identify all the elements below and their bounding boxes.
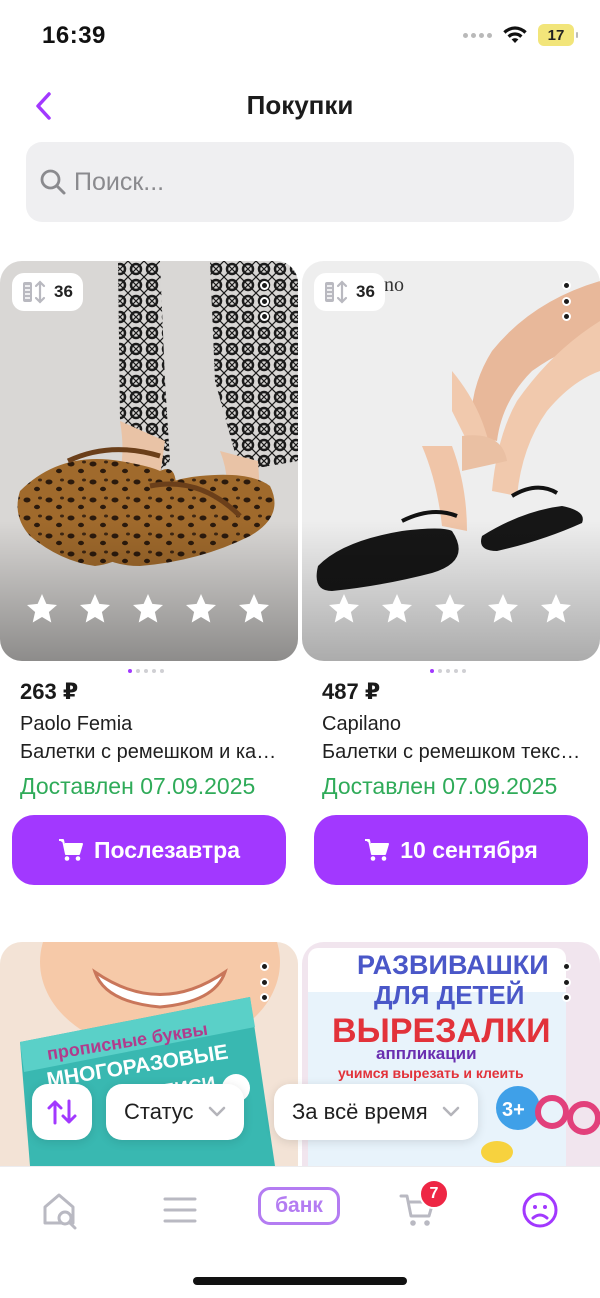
- image-text: ДЛЯ ДЕТЕЙ: [374, 980, 524, 1010]
- buy-button-label: 10 сентября: [400, 836, 538, 863]
- sort-arrows-icon: [47, 1099, 77, 1125]
- product-price: 487 ₽: [322, 679, 381, 704]
- product-brand: Capilano: [322, 713, 401, 735]
- rating-stars[interactable]: [326, 591, 574, 627]
- product-price: 263 ₽: [20, 679, 79, 704]
- tab-home[interactable]: [30, 1183, 90, 1237]
- product-brand: Paolo Femia: [20, 713, 133, 735]
- star-icon[interactable]: [77, 591, 113, 627]
- cart-count-badge: 7: [419, 1179, 449, 1209]
- more-options-icon[interactable]: [256, 962, 272, 1002]
- size-label: 36: [356, 282, 375, 301]
- signal-icon: [463, 32, 492, 38]
- size-badge: 36: [314, 273, 385, 311]
- star-icon[interactable]: [183, 591, 219, 627]
- star-icon[interactable]: [432, 591, 468, 627]
- star-icon[interactable]: [538, 591, 574, 627]
- tab-bank[interactable]: банк: [258, 1187, 340, 1225]
- shoe-size-icon: [23, 280, 46, 304]
- product-image[interactable]: 36: [0, 261, 298, 661]
- status-filter-label: Статус: [124, 1099, 194, 1124]
- menu-icon: [163, 1197, 197, 1223]
- status-icons: 17: [463, 24, 578, 46]
- home-search-icon: [43, 1193, 77, 1230]
- product-name: Балетки с ремешком и каблуком: [20, 741, 282, 763]
- profile-icon: [522, 1192, 558, 1228]
- product-name: Балетки с ремешком текстильные: [322, 741, 584, 763]
- star-icon[interactable]: [24, 591, 60, 627]
- image-pager: [128, 669, 164, 673]
- more-options-icon[interactable]: [558, 962, 574, 1002]
- buy-again-button[interactable]: Послезавтра: [12, 815, 286, 885]
- tab-bar: банк 7: [0, 1166, 600, 1298]
- star-icon[interactable]: [485, 591, 521, 627]
- delivery-status: Доставлен 07.09.2025: [322, 773, 558, 799]
- battery-icon: 17: [538, 24, 578, 46]
- status-time: 16:39: [42, 22, 106, 49]
- sort-button[interactable]: [32, 1084, 92, 1140]
- search-input[interactable]: [74, 167, 514, 197]
- star-icon[interactable]: [236, 591, 272, 627]
- rating-stars[interactable]: [24, 591, 272, 627]
- page-title: Покупки: [246, 90, 354, 120]
- image-text: РАЗВИВАШКИ: [357, 950, 549, 980]
- star-icon[interactable]: [326, 591, 362, 627]
- more-options-icon[interactable]: [558, 281, 574, 321]
- header: Покупки: [0, 78, 600, 134]
- size-label: 36: [54, 282, 73, 301]
- product-image[interactable]: no 36: [302, 261, 600, 661]
- tab-catalog[interactable]: [150, 1183, 210, 1237]
- delivery-status: Доставлен 07.09.2025: [20, 773, 256, 799]
- search-icon: [38, 167, 68, 197]
- star-icon[interactable]: [130, 591, 166, 627]
- buy-again-button[interactable]: 10 сентября: [314, 815, 588, 885]
- home-indicator: [193, 1277, 407, 1285]
- period-filter[interactable]: За всё время: [274, 1084, 478, 1140]
- image-pager: [430, 669, 466, 673]
- cart-icon: [365, 839, 390, 861]
- status-filter[interactable]: Статус: [106, 1084, 244, 1140]
- cart-icon: [58, 839, 83, 861]
- chevron-down-icon: [208, 1106, 225, 1117]
- chevron-down-icon: [442, 1106, 459, 1117]
- size-badge: 36: [12, 273, 83, 311]
- image-text: аппликации: [376, 1044, 477, 1063]
- tab-profile[interactable]: [510, 1183, 570, 1237]
- search-bar[interactable]: [26, 142, 574, 222]
- more-options-icon[interactable]: [256, 281, 272, 321]
- shoe-size-icon: [325, 280, 348, 304]
- star-icon[interactable]: [379, 591, 415, 627]
- period-filter-label: За всё время: [292, 1099, 428, 1124]
- status-bar: 16:39 17: [0, 0, 600, 72]
- wifi-icon: [503, 26, 527, 43]
- buy-button-label: Послезавтра: [93, 836, 241, 863]
- image-text: 3+: [502, 1099, 525, 1121]
- image-text: учимся вырезать и клеить: [338, 1065, 524, 1081]
